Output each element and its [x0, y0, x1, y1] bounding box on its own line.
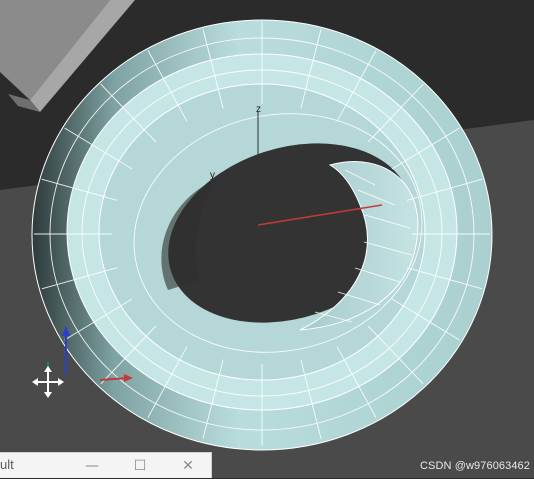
tire-mesh[interactable]	[31, 19, 493, 451]
axis-label-y: y	[210, 170, 215, 181]
maximize-button[interactable]: ☐	[118, 453, 162, 479]
3d-viewport[interactable]: z y	[0, 0, 534, 478]
watermark: CSDN @w976063462	[420, 460, 530, 472]
close-icon: ✕	[182, 458, 194, 474]
minimize-icon: —	[85, 458, 99, 474]
close-button[interactable]: ✕	[166, 453, 210, 479]
axis-label-z: z	[256, 104, 261, 115]
dialog-window-partial[interactable]: ult — ☐ ✕	[0, 452, 212, 478]
dialog-title: ult	[0, 457, 14, 472]
maximize-icon: ☐	[133, 458, 147, 474]
minimize-button[interactable]: —	[70, 453, 114, 479]
